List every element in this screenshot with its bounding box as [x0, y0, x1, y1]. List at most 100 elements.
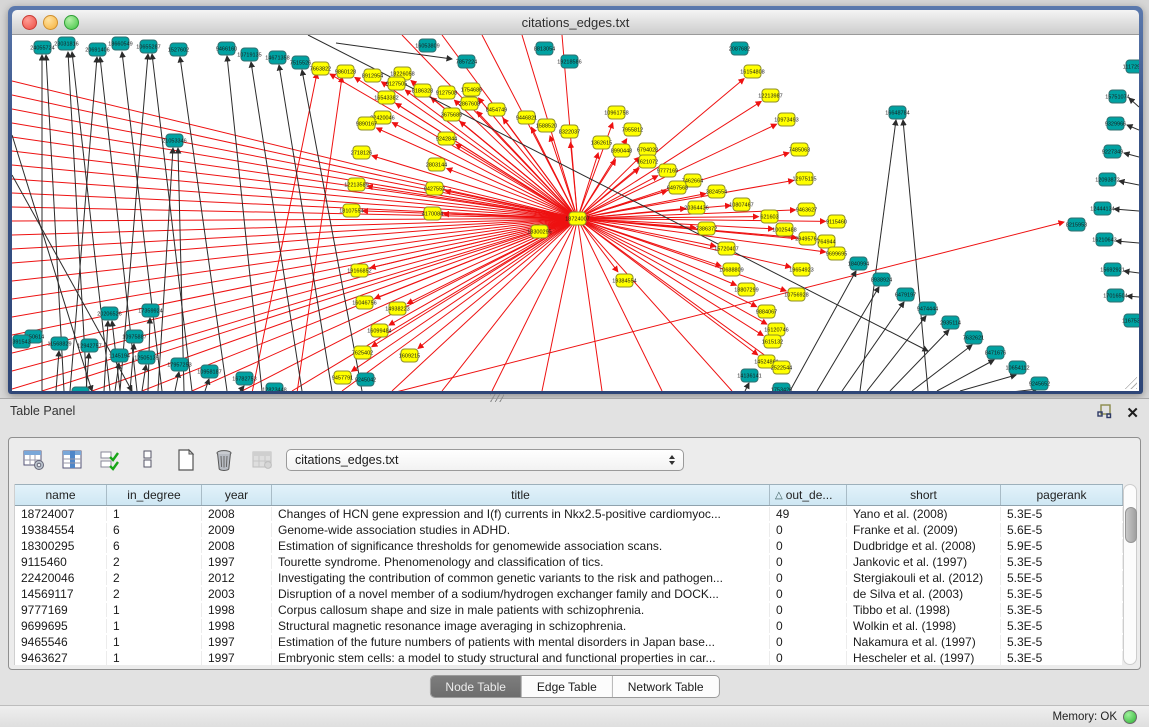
graph-edge[interactable] — [252, 73, 317, 391]
window-titlebar[interactable]: citations_edges.txt — [12, 10, 1139, 35]
graph-edge[interactable] — [180, 57, 227, 391]
dropdown-stepper-icon — [669, 455, 675, 465]
graph-edge[interactable] — [178, 148, 184, 391]
table-row[interactable]: 977716911998Corpus callosum shape and si… — [15, 602, 1123, 618]
column-header-title[interactable]: title — [272, 485, 770, 505]
graph-edge[interactable] — [1127, 125, 1139, 130]
row-options-icon[interactable] — [135, 447, 161, 473]
delete-table-icon[interactable] — [211, 447, 237, 473]
graph-node-label: 8471676 — [985, 350, 1006, 356]
graph-edge[interactable] — [817, 287, 879, 391]
scrollbar-thumb[interactable] — [1125, 507, 1137, 543]
graph-edge[interactable] — [960, 375, 1016, 391]
table-cell: 5.3E-5 — [1001, 507, 1123, 521]
graph-node-label: 17359924 — [138, 308, 162, 314]
close-window-button[interactable] — [22, 15, 37, 30]
graph-edge[interactable] — [12, 219, 578, 300]
graph-edge[interactable] — [392, 219, 578, 392]
graph-edge[interactable] — [1116, 241, 1139, 243]
graph-edge[interactable] — [12, 165, 578, 219]
table-row[interactable]: 911546021997Tourette syndrome. Phenomeno… — [15, 554, 1123, 570]
graph-edge[interactable] — [104, 321, 108, 391]
split-pane-grip[interactable] — [490, 394, 504, 402]
table-cell: 1997 — [202, 651, 272, 665]
table-row[interactable]: 2242004622012Investigating the contribut… — [15, 570, 1123, 586]
graph-node-label: 15720407 — [714, 246, 738, 252]
table-selector-dropdown[interactable]: citations_edges.txt — [286, 449, 684, 471]
graph-node-label: 1362615 — [591, 140, 612, 146]
graph-edge[interactable] — [903, 120, 928, 391]
graph-node-label: 9860128 — [335, 69, 356, 75]
graph-edge[interactable] — [578, 219, 764, 336]
table-cell: 9465546 — [15, 635, 107, 649]
graph-edge[interactable] — [12, 137, 578, 219]
graph-edge[interactable] — [279, 65, 332, 391]
minimize-window-button[interactable] — [43, 15, 58, 30]
tab-edge-table[interactable]: Edge Table — [521, 676, 612, 697]
graph-edge[interactable] — [377, 128, 578, 218]
table-row[interactable]: 1872400712008Changes of HCN gene express… — [15, 506, 1123, 522]
table-row[interactable]: 1830029562008Estimation of significance … — [15, 538, 1123, 554]
graph-edge[interactable] — [142, 365, 146, 391]
graph-edge[interactable] — [745, 383, 749, 391]
graph-node-label: 18107554 — [339, 208, 363, 214]
table-settings-icon[interactable] — [21, 447, 47, 473]
tab-network-table[interactable]: Network Table — [612, 676, 719, 697]
vertical-scrollbar[interactable] — [1123, 484, 1137, 665]
graph-edge[interactable] — [175, 372, 179, 391]
graph-node-label: 9699695 — [826, 251, 847, 257]
graph-node-label: 23031816 — [54, 41, 78, 47]
table-header-row: namein_degreeyeartitle△out_de...shortpag… — [15, 484, 1123, 506]
graph-edge[interactable] — [578, 219, 787, 291]
table-row[interactable]: 969969511998Structural magnetic resonanc… — [15, 618, 1123, 634]
graph-edge[interactable] — [158, 148, 173, 391]
graph-edge[interactable] — [1129, 98, 1139, 107]
table-row[interactable]: 946362711997Embryonic stem cells: a mode… — [15, 650, 1123, 665]
graph-edge[interactable] — [867, 316, 926, 391]
close-panel-icon[interactable]: ✕ — [1126, 407, 1139, 421]
graph-edge[interactable] — [1124, 271, 1139, 273]
graph-edge[interactable] — [130, 344, 134, 391]
graph-edge[interactable] — [56, 351, 59, 391]
graph-svg[interactable]: 2405572423031816206914061866054910655287… — [12, 35, 1139, 391]
graph-edge[interactable] — [1114, 209, 1139, 211]
table-cell: 0 — [770, 523, 847, 537]
graph-node-label: 10975887 — [122, 334, 146, 340]
column-header-out_de[interactable]: △out_de... — [770, 485, 847, 505]
import-table-icon[interactable] — [249, 447, 275, 473]
graph-edge[interactable] — [297, 77, 342, 391]
create-table-icon[interactable] — [173, 447, 199, 473]
column-header-in_degree[interactable]: in_degree — [107, 485, 202, 505]
graph-edge[interactable] — [442, 219, 578, 392]
column-header-label: out_de... — [786, 488, 833, 502]
table-cell: 18724007 — [15, 507, 107, 521]
graph-edge[interactable] — [12, 81, 578, 219]
table-row[interactable]: 1456911722003Disruption of a novel membe… — [15, 586, 1123, 602]
graph-edge[interactable] — [1119, 181, 1139, 185]
table-container: f(x) citations_edges.txt namein_degreeye… — [8, 437, 1141, 670]
float-panel-icon[interactable] — [1097, 404, 1112, 424]
graph-edge[interactable] — [842, 302, 904, 391]
zoom-window-button[interactable] — [64, 15, 79, 30]
memory-status-label: Memory: OK — [1052, 711, 1117, 723]
select-rows-icon[interactable] — [97, 447, 123, 473]
graph-edge[interactable] — [890, 330, 949, 391]
network-canvas[interactable]: 2405572423031816206914061866054910655287… — [12, 35, 1139, 391]
graph-node-label: 2087682 — [729, 46, 750, 52]
graph-edge[interactable] — [342, 219, 578, 392]
column-header-year[interactable]: year — [202, 485, 272, 505]
table-row[interactable]: 1938455462009Genome-wide association stu… — [15, 522, 1123, 538]
show-hide-column-icon[interactable] — [59, 447, 85, 473]
graph-edge[interactable] — [860, 120, 896, 391]
graph-node-label: 7386372 — [696, 226, 717, 232]
column-header-short[interactable]: short — [847, 485, 1001, 505]
column-header-name[interactable]: name — [15, 485, 107, 505]
graph-edge[interactable] — [1127, 296, 1139, 297]
tab-node-table[interactable]: Node Table — [430, 676, 521, 697]
table-row[interactable]: 946554611997Estimation of the future num… — [15, 634, 1123, 650]
graph-edge[interactable] — [1124, 153, 1139, 157]
graph-edge[interactable] — [407, 219, 577, 304]
column-header-pagerank[interactable]: pagerank — [1001, 485, 1123, 505]
graph-edge[interactable] — [542, 219, 578, 392]
graph-edge[interactable] — [912, 345, 972, 391]
